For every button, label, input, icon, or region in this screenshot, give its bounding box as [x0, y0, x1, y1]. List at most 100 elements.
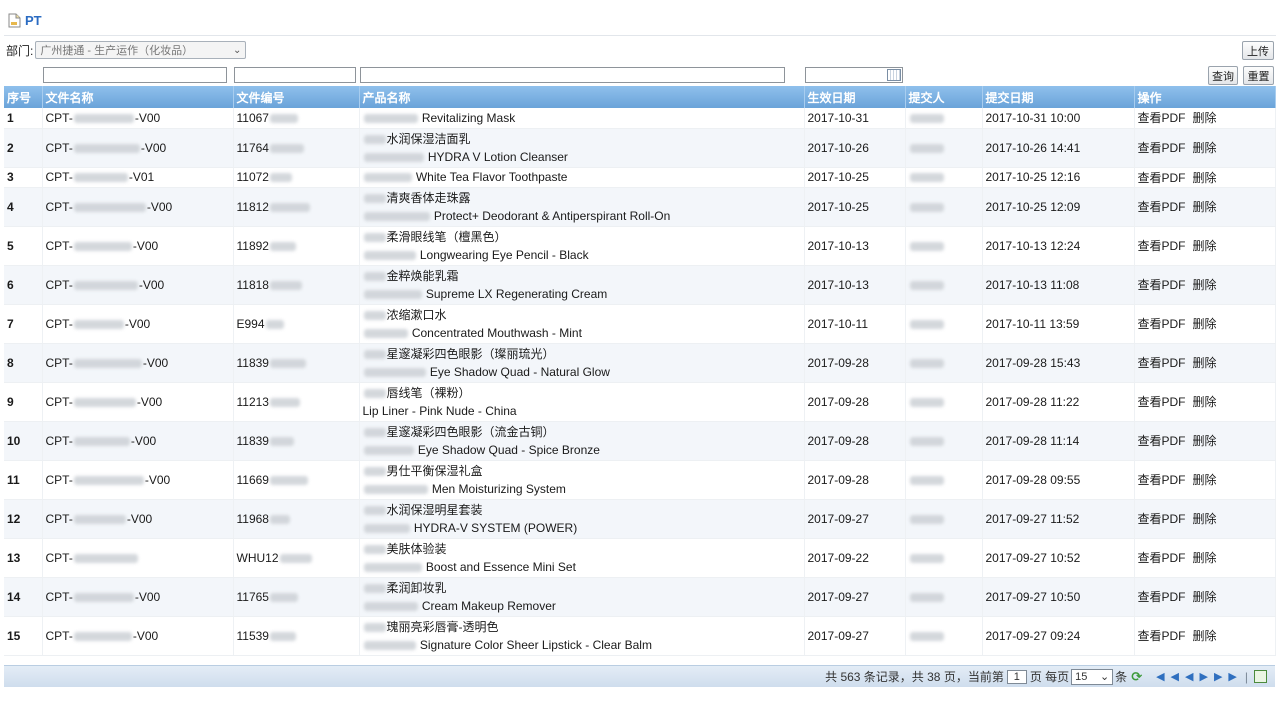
prev-page-icon[interactable]: ◀ [1185, 671, 1199, 683]
product-name-en-line: Lip Liner - Pink Nude - China [363, 402, 801, 420]
product-name-filter-input[interactable] [360, 67, 785, 83]
view-pdf-link[interactable]: 查看PDF [1138, 171, 1186, 185]
delete-link[interactable]: 删除 [1193, 590, 1217, 604]
effective-date-cell: 2017-10-26 [804, 128, 906, 168]
product-name-en: HYDRA V Lotion Cleanser [427, 149, 568, 164]
next-page-icon[interactable]: ▶ [1199, 671, 1213, 683]
table-row: 8 CPT- -V00 11839 星邃凝彩四色眼影（璨丽琉光） Eye Shadow … [4, 343, 1276, 383]
file-name-suffix: -V00 [124, 316, 151, 331]
effective-date-filter-input[interactable] [805, 67, 903, 83]
delete-link[interactable]: 删除 [1193, 434, 1217, 448]
reset-button[interactable]: 重置 [1243, 66, 1274, 85]
product-name-cn: 金粹焕能乳霜 [386, 268, 459, 283]
file-name-cell: CPT- -V00 [42, 265, 234, 305]
file-name-prefix: CPT- [45, 316, 73, 331]
product-name-en: Lip Liner - Pink Nude - China [362, 403, 517, 418]
redacted-text [909, 143, 944, 153]
redacted-text [909, 358, 944, 368]
file-name-prefix: CPT- [45, 394, 73, 409]
refresh-icon[interactable]: ⟳ [1131, 669, 1142, 685]
product-name-cn-line: 星邃凝彩四色眼影（流金古铜） [363, 423, 801, 441]
file-code-filter-input[interactable] [234, 67, 356, 83]
column-header[interactable]: 序号 [4, 86, 43, 108]
delete-link[interactable]: 删除 [1193, 171, 1217, 185]
view-pdf-link[interactable]: 查看PDF [1138, 473, 1186, 487]
first-page-icon[interactable]: ◀◀ [1156, 671, 1185, 683]
column-header[interactable]: 产品名称 [359, 86, 805, 108]
view-pdf-link[interactable]: 查看PDF [1138, 111, 1186, 125]
document-table: 序号 文件名称 文件编号 产品名称 生效日期 提交人 提交日期 操作 1 CPT-… [4, 86, 1276, 656]
actions-cell: 查看PDF 删除 [1134, 382, 1276, 422]
delete-link[interactable]: 删除 [1193, 278, 1217, 292]
department-select[interactable]: 广州捷通 - 生产运作（化妆品） ⌄ [35, 41, 247, 59]
product-name-cn: 水润保湿明星套装 [386, 502, 483, 517]
upload-button[interactable]: 上传 [1242, 41, 1274, 60]
delete-link[interactable]: 删除 [1193, 629, 1217, 643]
file-code-prefix: 11072 [236, 170, 269, 184]
per-page-select[interactable]: 15 ⌄ [1071, 668, 1114, 685]
redacted-text [73, 631, 132, 641]
delete-link[interactable]: 删除 [1193, 512, 1217, 526]
file-name-filter-input[interactable] [43, 67, 227, 83]
table-row: 4 CPT- -V00 11812 清爽香体走珠露 Protect+ Deodorant… [4, 187, 1276, 227]
view-pdf-link[interactable]: 查看PDF [1138, 590, 1186, 604]
file-code-cell: 11669 [233, 460, 360, 500]
per-page-label: 页 每页 [1029, 670, 1070, 684]
delete-link[interactable]: 删除 [1193, 551, 1217, 565]
column-header[interactable]: 文件名称 [42, 86, 234, 108]
calendar-icon[interactable] [887, 69, 901, 81]
submit-date-cell: 2017-09-27 10:52 [982, 538, 1135, 578]
table-body: 1 CPT- -V00 11067 Revitalizing Mask 2017-10-… [4, 108, 1276, 656]
product-name-cn-line: 水润保湿洁面乳 [363, 130, 801, 148]
file-code-prefix: 11067 [236, 110, 269, 125]
view-pdf-link[interactable]: 查看PDF [1138, 356, 1186, 370]
view-pdf-link[interactable]: 查看PDF [1138, 395, 1186, 409]
file-code-prefix: 11892 [236, 238, 269, 253]
delete-link[interactable]: 删除 [1193, 111, 1217, 125]
file-code-cell: 11839 [233, 343, 360, 383]
column-header[interactable]: 提交日期 [982, 86, 1135, 108]
product-name-cell: Revitalizing Mask [359, 108, 805, 129]
delete-link[interactable]: 删除 [1193, 356, 1217, 370]
column-header[interactable]: 提交人 [905, 86, 983, 108]
export-excel-icon[interactable] [1254, 670, 1267, 683]
view-pdf-link[interactable]: 查看PDF [1138, 200, 1186, 214]
view-pdf-link[interactable]: 查看PDF [1138, 512, 1186, 526]
column-header[interactable]: 文件编号 [233, 86, 360, 108]
file-name-suffix: -V00 [140, 140, 167, 155]
file-code-prefix: 11812 [236, 199, 269, 214]
view-pdf-link[interactable]: 查看PDF [1138, 141, 1186, 155]
view-pdf-link[interactable]: 查看PDF [1138, 551, 1186, 565]
delete-link[interactable]: 删除 [1193, 473, 1217, 487]
search-button[interactable]: 查询 [1208, 66, 1238, 85]
redacted-text [363, 622, 386, 632]
delete-link[interactable]: 删除 [1193, 395, 1217, 409]
view-pdf-link[interactable]: 查看PDF [1138, 278, 1186, 292]
delete-link[interactable]: 删除 [1193, 141, 1217, 155]
product-name-cell: 柔滑眼线笔（檀黑色） Longwearing Eye Pencil - Blac… [359, 226, 805, 266]
redacted-text [73, 397, 136, 407]
redacted-text [73, 241, 132, 251]
product-name-cn-line: 唇线笔（裸粉） [363, 384, 801, 402]
column-header[interactable]: 操作 [1134, 86, 1276, 108]
delete-link[interactable]: 删除 [1193, 239, 1217, 253]
product-name-en: Eye Shadow Quad - Spice Bronze [417, 442, 600, 457]
table-row: 12 CPT- -V00 11968 水润保湿明星套装 HYDRA-V SYSTEM (… [4, 499, 1276, 539]
delete-link[interactable]: 删除 [1193, 317, 1217, 331]
view-pdf-link[interactable]: 查看PDF [1138, 317, 1186, 331]
current-page-input[interactable]: 1 [1006, 669, 1027, 684]
file-name-suffix: -V00 [130, 433, 157, 448]
column-header[interactable]: 生效日期 [804, 86, 906, 108]
view-pdf-link[interactable]: 查看PDF [1138, 629, 1186, 643]
redacted-text [265, 319, 284, 329]
file-name-cell: CPT- -V00 [42, 187, 234, 227]
product-name-cell: 清爽香体走珠露 Protect+ Deodorant & Antiperspir… [359, 187, 805, 227]
delete-link[interactable]: 删除 [1193, 200, 1217, 214]
view-pdf-link[interactable]: 查看PDF [1138, 434, 1186, 448]
chevron-down-icon: ⌄ [1099, 671, 1110, 683]
view-pdf-link[interactable]: 查看PDF [1138, 239, 1186, 253]
last-page-icon[interactable]: ▶▶ [1214, 671, 1243, 683]
redacted-text [73, 114, 134, 124]
redacted-text [73, 592, 134, 602]
file-name-cell: CPT- -V00 [42, 108, 234, 129]
